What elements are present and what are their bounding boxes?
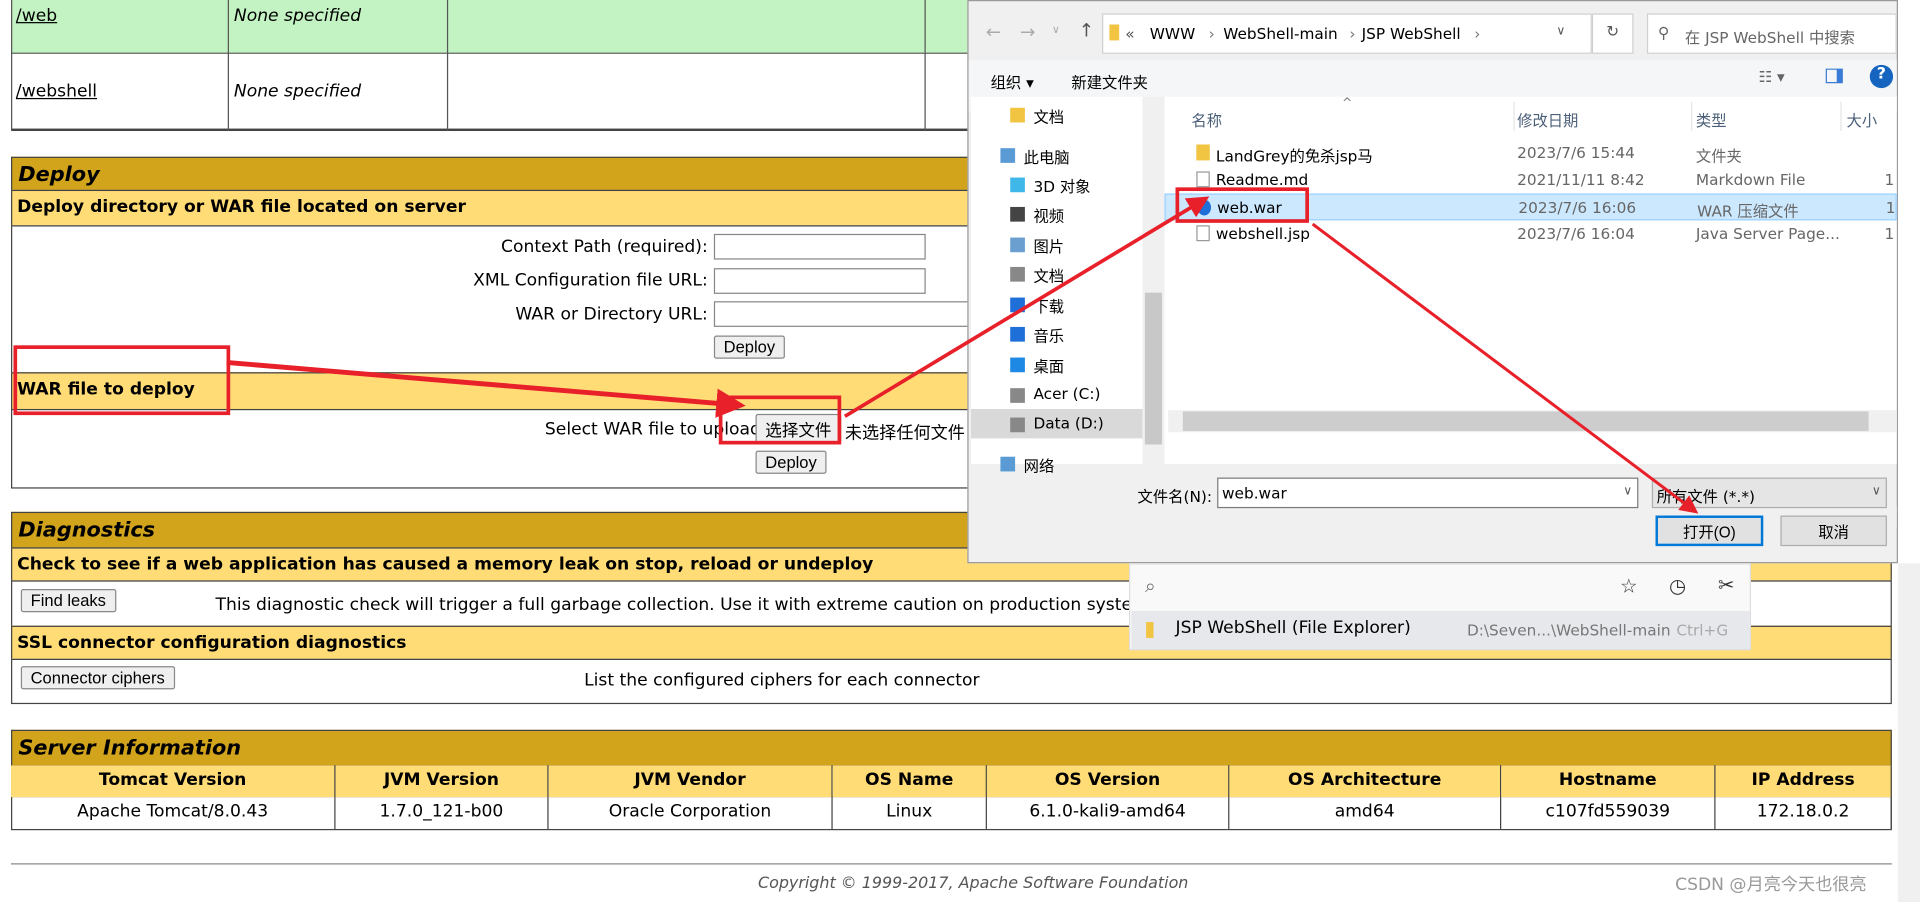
annotation-arrows [226,196,1699,514]
browser-page: /web None specified /webshell None speci… [0,0,1920,902]
